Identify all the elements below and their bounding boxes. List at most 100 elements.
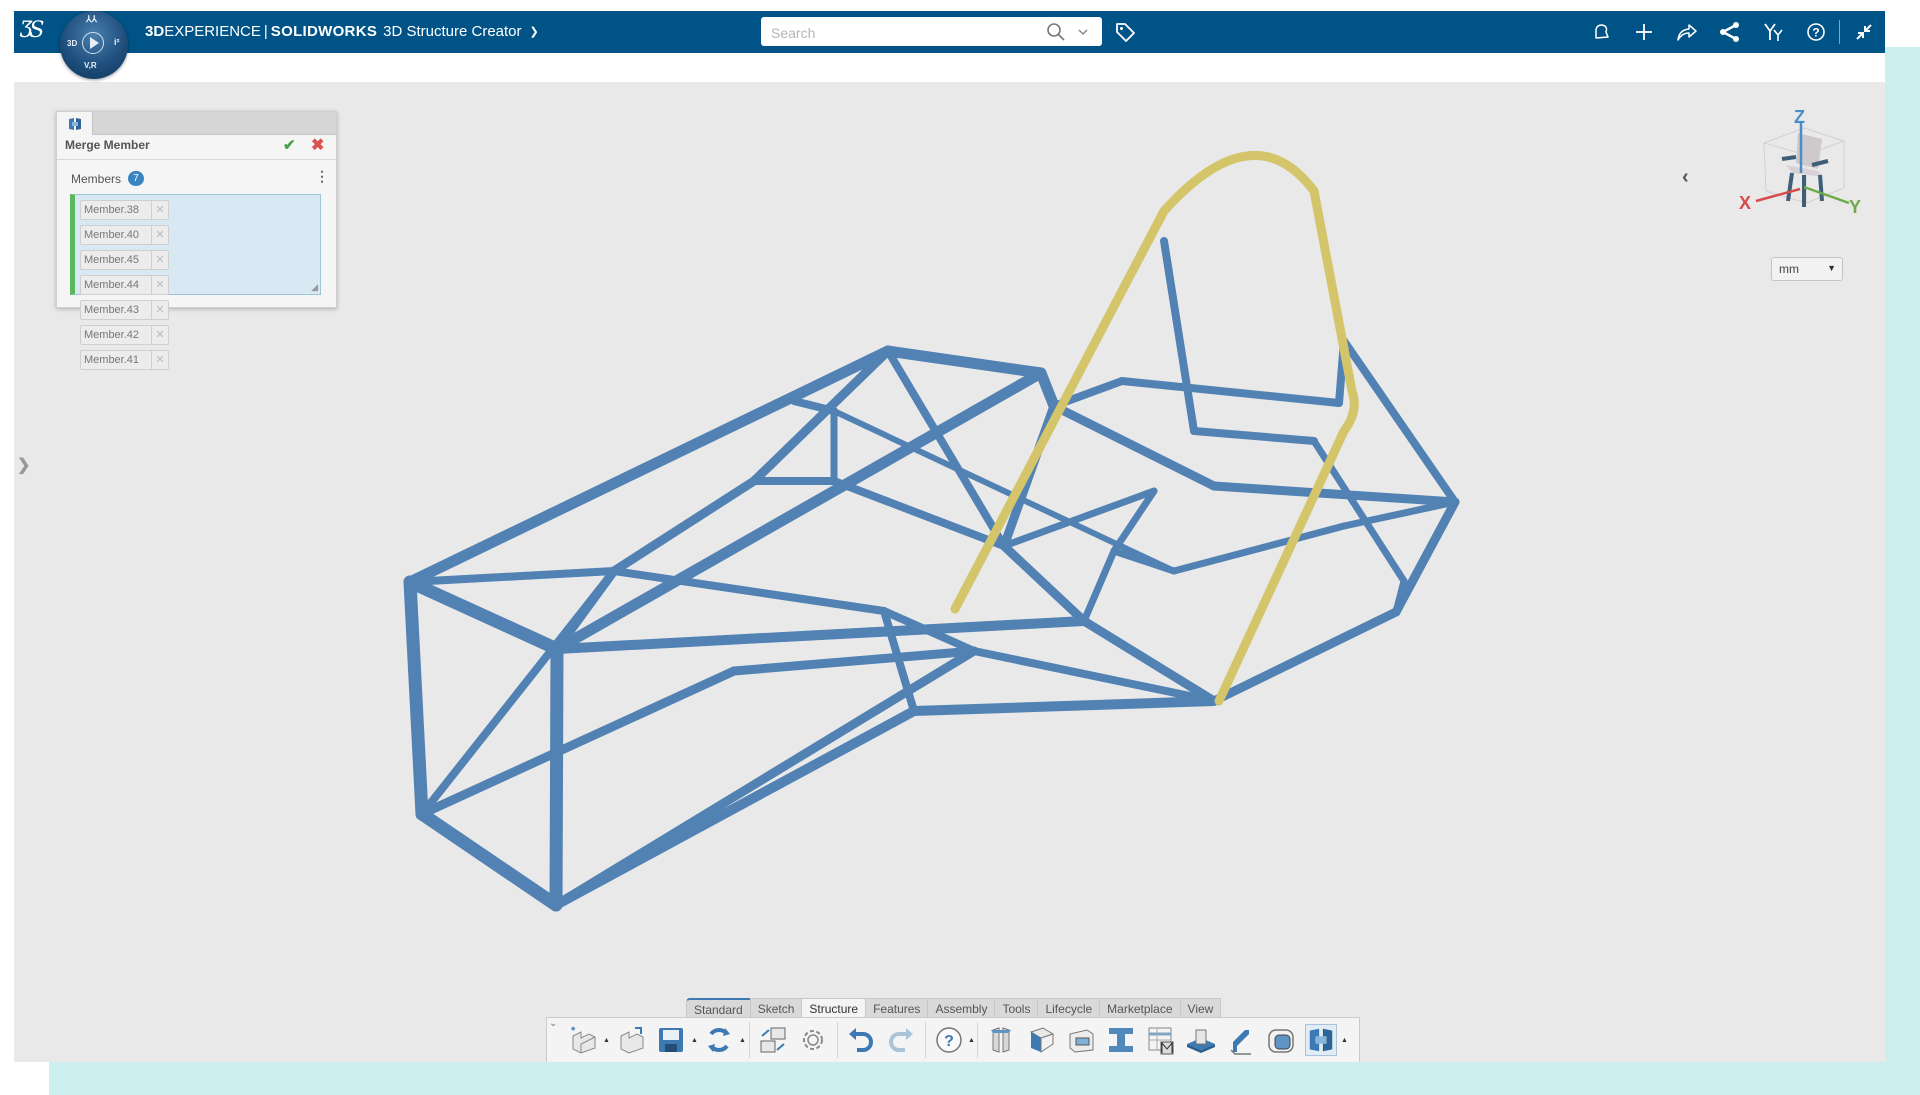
- share-network-icon[interactable]: [1708, 11, 1751, 53]
- tab-assembly[interactable]: Assembly: [927, 998, 996, 1019]
- remove-member-icon[interactable]: ✕: [151, 301, 168, 319]
- compass-apps-icon[interactable]: [1751, 11, 1794, 53]
- add-icon[interactable]: [1622, 11, 1665, 53]
- frame-member[interactable]: [1035, 367, 1060, 412]
- remove-member-icon[interactable]: ✕: [151, 326, 168, 344]
- chevron-left-icon[interactable]: ‹: [1682, 166, 1689, 189]
- profile-section-icon[interactable]: [1105, 1024, 1137, 1056]
- frame-member[interactable]: [749, 346, 893, 486]
- base-plate-icon[interactable]: [1185, 1024, 1217, 1056]
- view-cube[interactable]: Z X Y: [1734, 103, 1864, 233]
- caret-icon[interactable]: ▲: [1341, 1037, 1348, 1044]
- frame-member[interactable]: [549, 642, 564, 912]
- remove-member-icon[interactable]: ✕: [151, 251, 168, 269]
- member-chip[interactable]: Member.38 ✕: [80, 200, 169, 220]
- search-icon[interactable]: [1046, 22, 1066, 42]
- member-chip[interactable]: Member.41 ✕: [80, 350, 169, 370]
- frame-member[interactable]: [830, 477, 1008, 550]
- help-icon[interactable]: ?: [933, 1024, 965, 1056]
- tab-view[interactable]: View: [1179, 998, 1222, 1019]
- redo-icon[interactable]: [885, 1024, 917, 1056]
- selected-hoop-members[interactable]: [950, 151, 1359, 706]
- compass-bottom-quadrant[interactable]: V,R: [84, 61, 97, 70]
- remove-member-icon[interactable]: ✕: [151, 226, 168, 244]
- frame-member[interactable]: [417, 666, 739, 819]
- frame-member[interactable]: [1080, 547, 1118, 625]
- resize-handle-icon[interactable]: ◢: [311, 282, 318, 293]
- main-hoop-member[interactable]: [950, 151, 1359, 706]
- structural-member-icon[interactable]: [985, 1024, 1017, 1056]
- compass-right-quadrant[interactable]: i²: [114, 37, 120, 47]
- new-part-icon[interactable]: *: [567, 1024, 599, 1056]
- frame-member[interactable]: [1118, 377, 1343, 407]
- corner-treatment-icon[interactable]: [1225, 1024, 1257, 1056]
- frame-member[interactable]: [999, 541, 1089, 626]
- remove-member-icon[interactable]: ✕: [151, 276, 168, 294]
- caret-icon[interactable]: ▲: [603, 1037, 610, 1044]
- tab-sketch[interactable]: Sketch: [749, 998, 803, 1019]
- units-dropdown[interactable]: mm ▼: [1771, 257, 1843, 281]
- frame-member[interactable]: [609, 476, 759, 576]
- frame-member[interactable]: [551, 646, 979, 910]
- caret-icon[interactable]: ▲: [691, 1037, 698, 1044]
- frame-member[interactable]: [790, 397, 838, 415]
- cut-list-icon[interactable]: [1145, 1024, 1177, 1056]
- frame-member[interactable]: [882, 345, 1047, 379]
- tag-icon[interactable]: [1114, 21, 1136, 43]
- member-chip[interactable]: Member.43 ✕: [80, 300, 169, 320]
- remove-member-icon[interactable]: ✕: [151, 351, 168, 369]
- remove-member-icon[interactable]: ✕: [151, 201, 168, 219]
- update-icon[interactable]: [703, 1024, 735, 1056]
- member-chip[interactable]: Member.44 ✕: [80, 275, 169, 295]
- frame-member[interactable]: [1170, 522, 1348, 575]
- action-bar-collapse-icon[interactable]: ⌄: [549, 1018, 559, 1029]
- share-arrow-icon[interactable]: [1665, 11, 1708, 53]
- tube-profile-icon[interactable]: [1265, 1024, 1297, 1056]
- caret-icon[interactable]: ▲: [739, 1037, 746, 1044]
- undo-icon[interactable]: [845, 1024, 877, 1056]
- chevron-down-icon[interactable]: ❯: [530, 11, 539, 53]
- end-cap-icon[interactable]: [1025, 1024, 1057, 1056]
- frame-member[interactable]: [415, 807, 563, 912]
- frame-member[interactable]: [909, 696, 1219, 716]
- members-selection-box[interactable]: Member.38 ✕ Member.40 ✕ Member.45 ✕ Member.44 ✕…: [70, 194, 321, 370]
- dassault-logo[interactable]: ƷS: [20, 14, 54, 48]
- ok-button[interactable]: ✔: [283, 136, 296, 154]
- collapse-icon[interactable]: [1842, 11, 1885, 53]
- member-chip[interactable]: Member.40 ✕: [80, 225, 169, 245]
- more-options-icon[interactable]: ⋮: [315, 168, 329, 185]
- open-part-icon[interactable]: [615, 1024, 647, 1056]
- frame-member[interactable]: [1209, 481, 1460, 507]
- search-dropdown-icon[interactable]: [1076, 22, 1090, 42]
- expand-left-panel-icon[interactable]: ❯: [17, 455, 30, 475]
- merge-member-icon[interactable]: [1305, 1024, 1337, 1056]
- app-title[interactable]: 3DEXPERIENCE | SOLIDWORKS 3D Structure Crea…: [145, 11, 539, 53]
- frame-member[interactable]: [1160, 237, 1198, 435]
- frame-member[interactable]: [403, 575, 429, 821]
- member-chip[interactable]: Member.45 ✕: [80, 250, 169, 270]
- tab-lifecycle[interactable]: Lifecycle: [1037, 998, 1101, 1019]
- tab-structure[interactable]: Structure: [801, 998, 867, 1019]
- panel-tab-merge[interactable]: [57, 112, 93, 135]
- search-input[interactable]: [769, 17, 1043, 48]
- frame-member[interactable]: [1190, 427, 1318, 445]
- notification-bell-icon[interactable]: [1579, 11, 1622, 53]
- cancel-button[interactable]: ✖: [311, 135, 324, 155]
- member-chip[interactable]: Member.42 ✕: [80, 325, 169, 345]
- gusset-icon[interactable]: [1065, 1024, 1097, 1056]
- compass-widget[interactable]: ⅄⅄ 3D i² V,R: [60, 11, 128, 79]
- help-icon[interactable]: ?: [1794, 11, 1837, 53]
- compass-left-quadrant[interactable]: 3D: [67, 39, 77, 48]
- tab-features[interactable]: Features: [865, 998, 929, 1019]
- frame-member[interactable]: [1391, 497, 1460, 617]
- options-gear-icon[interactable]: [797, 1024, 829, 1056]
- frame-member[interactable]: [1340, 337, 1459, 506]
- caret-icon[interactable]: ▲: [968, 1037, 975, 1044]
- tab-tools[interactable]: Tools: [994, 998, 1039, 1019]
- tab-marketplace[interactable]: Marketplace: [1099, 998, 1181, 1019]
- save-icon[interactable]: [655, 1024, 687, 1056]
- frame-member[interactable]: [403, 575, 564, 656]
- play-icon[interactable]: [82, 32, 104, 54]
- manage-links-icon[interactable]: [757, 1024, 789, 1056]
- frame-member[interactable]: [552, 616, 1089, 654]
